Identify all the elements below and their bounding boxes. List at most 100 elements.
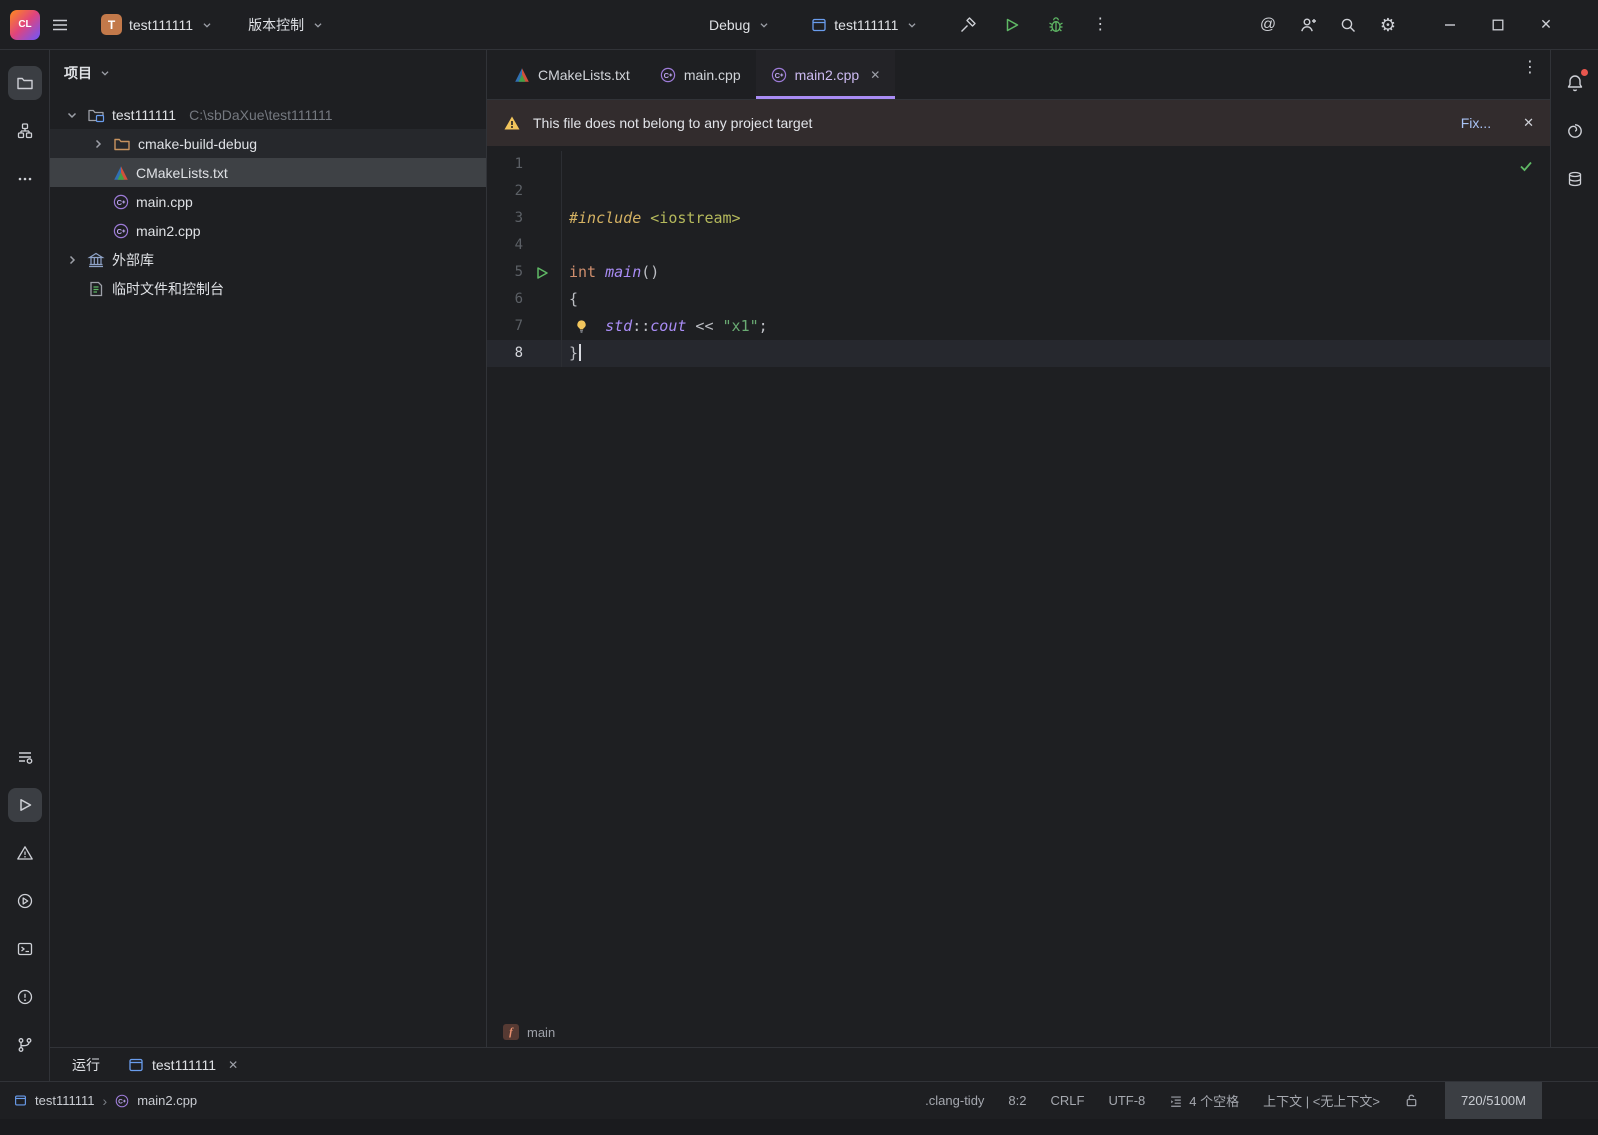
add-user-icon <box>1299 16 1317 34</box>
work-row: 项目 test111111 C:\sbDaXue\test111111 <box>50 50 1598 1047</box>
code-line: 6 { <box>487 286 1550 313</box>
window-edge <box>0 1119 1598 1135</box>
tree-row-external-libraries[interactable]: 外部库 <box>50 245 486 274</box>
tree-row-cmakelists[interactable]: CMakeLists.txt <box>50 158 486 187</box>
maximize-icon <box>1491 18 1505 32</box>
tree-row-scratches[interactable]: 临时文件和控制台 <box>50 274 486 303</box>
tree-row-main-cpp[interactable]: C main.cpp <box>50 187 486 216</box>
project-toolwindow-button[interactable] <box>8 66 42 100</box>
code-content: } <box>561 340 1550 367</box>
run-session-tab[interactable]: test111111 ✕ <box>128 1057 238 1073</box>
tree-row-cmake-build-debug[interactable]: cmake-build-debug <box>50 129 486 158</box>
ai-actions-button[interactable]: @ <box>1248 7 1288 43</box>
code-content: #include <iostream> <box>561 205 1550 232</box>
services-toolwindow-button[interactable] <box>8 884 42 918</box>
intention-bulb-icon[interactable] <box>574 319 589 334</box>
problems-toolwindow-button[interactable] <box>8 836 42 870</box>
main-menu-button[interactable] <box>40 7 80 43</box>
minimize-button[interactable] <box>1426 0 1474 50</box>
inspections-toolwindow-button[interactable] <box>8 980 42 1014</box>
notifications-button[interactable] <box>1558 66 1592 100</box>
run-toolwindow-button[interactable] <box>8 788 42 822</box>
breadcrumb-function[interactable]: main <box>527 1025 555 1040</box>
caret-position-widget[interactable]: 8:2 <box>1008 1093 1026 1108</box>
indentation-widget[interactable]: 4 个空格 <box>1169 1091 1239 1110</box>
more-actions-button[interactable]: ⋮ <box>1080 7 1120 43</box>
run-toolwindow-title[interactable]: 运行 <box>72 1055 100 1075</box>
tab-label: main.cpp <box>684 67 741 83</box>
code-content <box>561 151 1550 178</box>
tab-main2-cpp[interactable]: C main2.cpp ✕ <box>756 50 896 99</box>
project-selector-label: test111111 <box>129 17 193 33</box>
terminal-toolwindow-button[interactable] <box>8 932 42 966</box>
debug-button[interactable] <box>1036 7 1076 43</box>
run-tab-close-icon[interactable]: ✕ <box>228 1058 238 1072</box>
chevron-right-icon[interactable] <box>90 136 106 152</box>
code-content: int main() <box>561 259 1550 286</box>
minimize-icon <box>1443 18 1457 32</box>
play-icon <box>1004 17 1020 33</box>
gear-icon: ⚙ <box>1380 16 1396 34</box>
cmake-file-icon <box>514 67 530 83</box>
editor-notification-banner: This file does not belong to any project… <box>487 100 1550 146</box>
git-toolwindow-button[interactable] <box>8 1028 42 1062</box>
run-config-selector[interactable]: test111111 <box>802 11 928 39</box>
line-separator-widget[interactable]: CRLF <box>1051 1093 1085 1108</box>
todo-toolwindow-button[interactable] <box>8 740 42 774</box>
context-widget[interactable]: 上下文 | <无上下文> <box>1263 1091 1380 1110</box>
build-type-selector[interactable]: Debug <box>700 11 780 39</box>
keyword: int <box>569 263 605 281</box>
chevron-down-icon[interactable] <box>64 107 80 123</box>
more-toolwindows-button[interactable] <box>8 162 42 196</box>
build-type-label: Debug <box>709 17 750 33</box>
tab-main-cpp[interactable]: C main.cpp <box>645 50 756 99</box>
banner-close-icon[interactable]: ✕ <box>1523 115 1534 131</box>
run-tab-label: test111111 <box>152 1057 216 1073</box>
project-panel-header[interactable]: 项目 <box>50 50 486 96</box>
settings-button[interactable]: ⚙ <box>1368 7 1408 43</box>
ai-assistant-toolwindow-button[interactable] <box>1558 114 1592 148</box>
banner-fix-link[interactable]: Fix... <box>1461 115 1491 131</box>
cmake-file-icon <box>113 165 129 181</box>
indent-icon <box>1169 1094 1183 1108</box>
inspection-ok-icon[interactable] <box>1518 158 1534 174</box>
tab-close-icon[interactable]: ✕ <box>870 68 880 82</box>
lock-widget[interactable] <box>1404 1093 1419 1108</box>
search-icon <box>1339 16 1357 34</box>
database-toolwindow-button[interactable] <box>1558 162 1592 196</box>
statusbar-project[interactable]: test111111 <box>35 1093 95 1108</box>
tree-item-label: main2.cpp <box>136 223 201 239</box>
code-with-me-button[interactable] <box>1288 7 1328 43</box>
statusbar-file[interactable]: main2.cpp <box>137 1093 197 1108</box>
search-everywhere-button[interactable] <box>1328 7 1368 43</box>
punctuation: { <box>569 290 578 308</box>
tree-row-project-root[interactable]: test111111 C:\sbDaXue\test111111 <box>50 100 486 129</box>
chevron-right-icon[interactable] <box>64 252 80 268</box>
semicolon: ; <box>759 317 768 335</box>
hammer-icon <box>959 16 977 34</box>
close-button[interactable]: ✕ <box>1522 0 1570 50</box>
code-area[interactable]: 1 2 3 #include <iostream> <box>487 146 1550 1017</box>
project-selector[interactable]: T test111111 <box>92 8 223 41</box>
tabbar-more-button[interactable]: ⋮ <box>1510 50 1550 86</box>
tab-cmakelists[interactable]: CMakeLists.txt <box>499 50 645 99</box>
encoding-widget[interactable]: UTF-8 <box>1108 1093 1145 1108</box>
play-icon <box>17 797 33 813</box>
structure-toolwindow-button[interactable] <box>8 114 42 148</box>
memory-indicator[interactable]: 720/5100M <box>1445 1082 1542 1120</box>
code-line: 7 std::cout << "x1"; <box>487 313 1550 340</box>
vcs-selector[interactable]: 版本控制 <box>239 9 334 41</box>
maximize-button[interactable] <box>1474 0 1522 50</box>
tree-row-main2-cpp[interactable]: C main2.cpp <box>50 216 486 245</box>
clion-window: CL T test111111 版本控制 Debug test111111 <box>0 0 1598 1135</box>
build-button[interactable] <box>948 7 988 43</box>
warning-triangle-icon <box>16 844 34 862</box>
analyzer-widget[interactable]: .clang-tidy <box>925 1093 984 1108</box>
at-icon: @ <box>1260 17 1276 33</box>
run-gutter-icon[interactable] <box>535 266 549 280</box>
more-horizontal-icon <box>16 170 34 188</box>
run-button[interactable] <box>992 7 1032 43</box>
code-content <box>561 232 1550 259</box>
folder-icon <box>16 74 34 92</box>
tree-item-label: CMakeLists.txt <box>136 165 228 181</box>
